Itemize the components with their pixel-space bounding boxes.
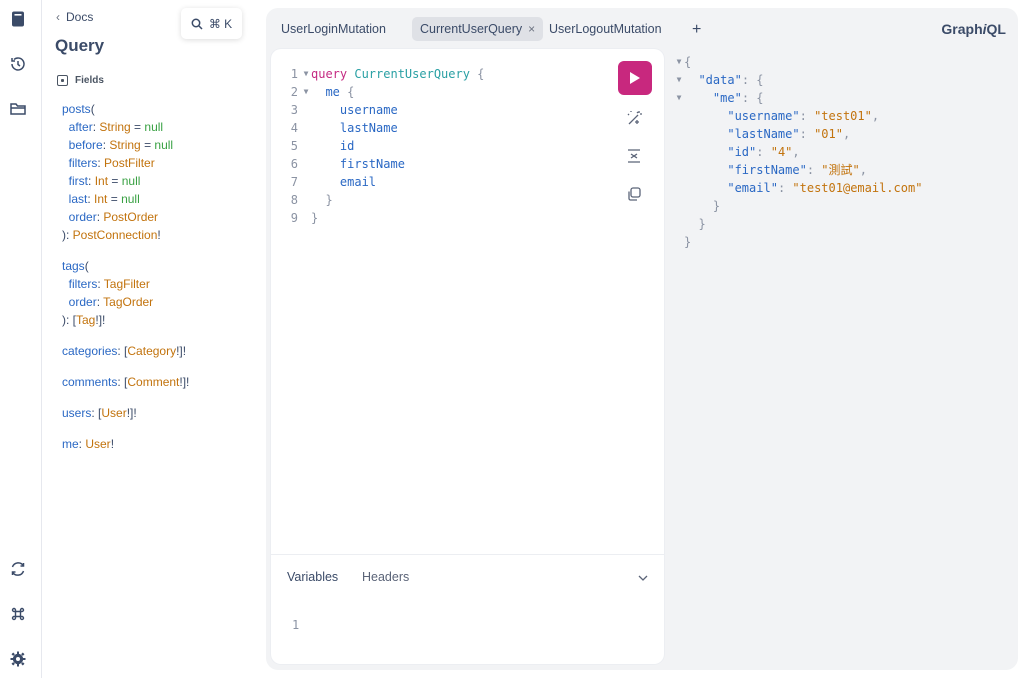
query-keyword: query <box>311 67 348 81</box>
docs-search-button[interactable]: ⌘ K <box>181 8 242 39</box>
field-posts[interactable]: posts( <box>62 100 189 118</box>
arg-last: last: Int = null <box>68 192 140 206</box>
query-code[interactable]: 1 ▼ query CurrentUserQuery { 2 ▼ me { 3 use… <box>271 65 485 227</box>
tags-return: ): [Tag!]! <box>62 313 106 327</box>
result-pane[interactable]: ▼{ ▼ "data": { ▼ "me": { "username": "te… <box>674 53 923 251</box>
merge-fragments-icon[interactable] <box>624 146 644 166</box>
settings-gear-icon[interactable] <box>9 650 27 668</box>
arg-filters: filters: PostFilter <box>68 156 155 170</box>
line-number: 2 <box>290 85 298 99</box>
fold-arrow-icon[interactable]: ▼ <box>674 71 684 89</box>
line-number: 1 <box>290 67 298 81</box>
tab-variables[interactable]: Variables <box>287 570 338 584</box>
line-number: 3 <box>290 103 298 117</box>
play-icon <box>630 72 640 84</box>
docs-icon[interactable] <box>9 10 27 28</box>
sidebar-rail <box>0 0 42 678</box>
line-number: 6 <box>290 157 298 171</box>
arg-tag-filters: filters: TagFilter <box>68 277 150 291</box>
fold-arrow-icon[interactable]: ▼ <box>301 65 311 83</box>
query-field: id <box>339 139 355 153</box>
tab-label: UserLoginMutation <box>281 22 386 36</box>
line-number: 9 <box>290 211 298 225</box>
arg-tag-order: order: TagOrder <box>68 295 154 309</box>
field-users[interactable]: users: [User!]! <box>62 404 189 422</box>
variables-divider <box>271 554 664 555</box>
search-icon <box>191 18 203 30</box>
folder-icon[interactable] <box>9 100 27 118</box>
query-field: username <box>339 103 398 117</box>
tab-label: UserLogoutMutation <box>549 22 662 36</box>
shortcut-icon[interactable] <box>9 605 27 623</box>
docs-back-label: Docs <box>66 10 94 24</box>
schema-fields-list: posts( after: String = null before: Stri… <box>62 100 189 453</box>
result-value: "01" <box>814 127 843 141</box>
result-value: "測試" <box>821 163 860 177</box>
fold-arrow-icon[interactable]: ▼ <box>674 89 684 107</box>
fields-label: Fields <box>75 75 104 86</box>
prettify-icon[interactable] <box>624 108 644 128</box>
tab-current-user-query[interactable]: CurrentUserQuery × <box>412 17 544 41</box>
tab-user-logout-mutation[interactable]: UserLogoutMutation <box>541 17 670 41</box>
query-field: email <box>339 175 377 189</box>
field-categories[interactable]: categories: [Category!]! <box>62 342 189 360</box>
history-icon[interactable] <box>9 55 27 73</box>
field-comments[interactable]: comments: [Comment!]! <box>62 373 189 391</box>
add-tab-button[interactable]: + <box>692 21 701 39</box>
docs-back-link[interactable]: ‹ Docs <box>56 10 93 24</box>
result-value: "test01" <box>814 109 872 123</box>
fold-arrow-icon[interactable]: ▼ <box>301 83 311 101</box>
fields-section-header: Fields <box>57 75 104 86</box>
line-number: 8 <box>290 193 298 207</box>
posts-return: ): PostConnection! <box>62 228 161 242</box>
operation-name: CurrentUserQuery <box>354 67 470 81</box>
chevron-down-icon[interactable] <box>636 571 650 585</box>
search-shortcut: ⌘ K <box>208 16 233 31</box>
line-number: 4 <box>290 121 298 135</box>
field-me[interactable]: me: User! <box>62 435 189 453</box>
result-key: "email" <box>727 181 778 195</box>
result-key: "username" <box>727 109 800 123</box>
result-key: "id" <box>727 145 757 159</box>
refresh-icon[interactable] <box>9 560 27 578</box>
fields-icon <box>57 75 68 86</box>
line-number: 5 <box>290 139 298 153</box>
chevron-left-icon: ‹ <box>56 10 60 24</box>
graphiql-logo: GraphiQL <box>941 21 1006 37</box>
copy-icon[interactable] <box>624 184 644 204</box>
arg-first: first: Int = null <box>68 174 141 188</box>
variables-line-number: 1 <box>292 618 300 632</box>
query-field: firstName <box>339 157 405 171</box>
field-tags[interactable]: tags( <box>62 257 189 275</box>
result-key: "me" <box>712 91 742 105</box>
result-value: "4" <box>770 145 793 159</box>
result-key: "lastName" <box>727 127 800 141</box>
brand-pre: Graph <box>941 21 983 37</box>
result-value: "test01@email.com" <box>792 181 923 195</box>
docs-title: Query <box>55 36 105 55</box>
run-query-button[interactable] <box>618 61 652 95</box>
fold-arrow-icon[interactable]: ▼ <box>674 53 684 71</box>
brand-post: QL <box>986 21 1006 37</box>
result-key: "data" <box>698 73 742 87</box>
tab-headers[interactable]: Headers <box>362 570 409 584</box>
arg-order: order: PostOrder <box>68 210 159 224</box>
tab-label: CurrentUserQuery <box>420 22 523 36</box>
arg-before: before: String = null <box>68 138 174 152</box>
tab-user-login-mutation[interactable]: UserLoginMutation <box>273 17 394 41</box>
line-number: 7 <box>290 175 298 189</box>
result-key: "firstName" <box>727 163 807 177</box>
close-tab-icon[interactable]: × <box>528 22 535 36</box>
root-field: me <box>325 85 340 99</box>
arg-after: after: String = null <box>68 120 164 134</box>
query-field: lastName <box>339 121 398 135</box>
